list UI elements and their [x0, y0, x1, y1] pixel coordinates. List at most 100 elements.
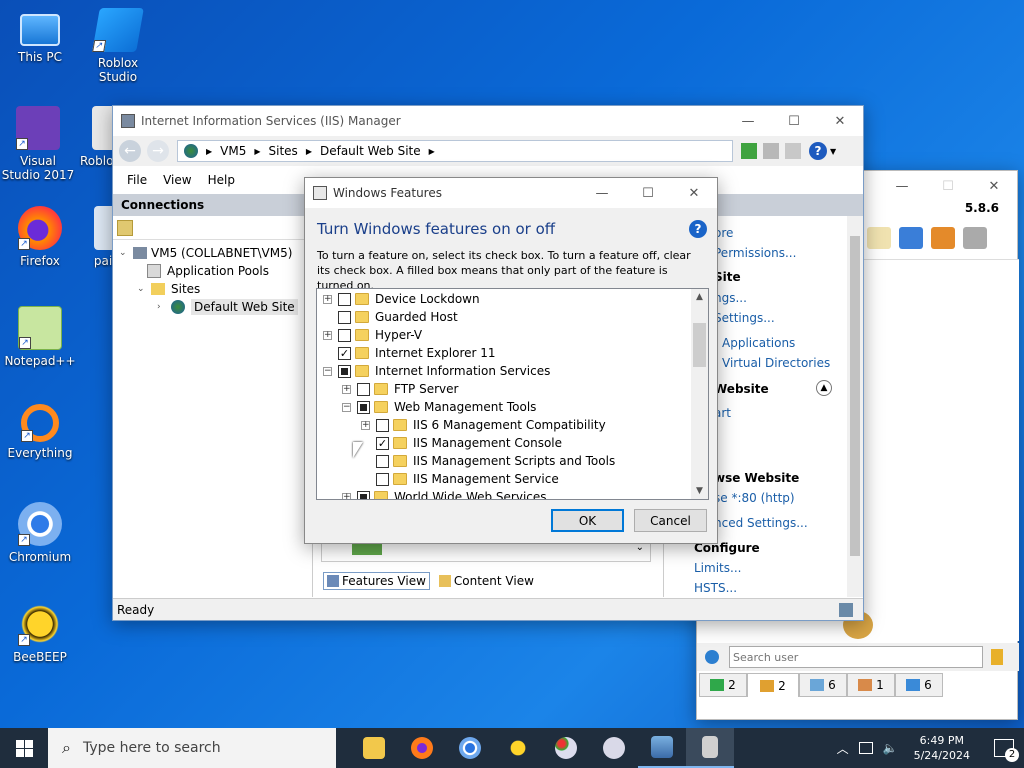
cancel-button[interactable]: Cancel [634, 509, 707, 532]
address-bar[interactable]: ▶ VM5 ▶ Sites ▶ Default Web Site ▶ [177, 140, 733, 162]
taskbar-windows-features[interactable] [686, 728, 734, 768]
tab-content-view[interactable]: Content View [436, 572, 537, 590]
link-browse-http[interactable]: se *:80 (http) [714, 491, 795, 505]
share-icon[interactable] [931, 227, 955, 249]
maximize-icon[interactable]: ☐ [625, 178, 671, 208]
network-icon[interactable] [705, 650, 719, 664]
checkbox[interactable] [376, 454, 389, 468]
checkbox[interactable] [338, 328, 351, 342]
breadcrumb-sites[interactable]: Sites [269, 144, 298, 158]
maximize-icon[interactable]: ☐ [771, 106, 817, 136]
checkbox-partial[interactable] [357, 400, 370, 414]
minimize-icon[interactable]: — [579, 178, 625, 208]
menu-file[interactable]: File [119, 173, 155, 187]
tree-sites[interactable]: ⌄ Sites [137, 280, 200, 298]
collapse-icon[interactable]: − [342, 402, 351, 412]
clear-brush-icon[interactable] [991, 649, 1003, 665]
expand-icon[interactable]: + [323, 330, 332, 340]
help-icon[interactable]: ? [689, 220, 707, 238]
feature-iis[interactable]: − Internet Information Services [323, 362, 550, 380]
expand-icon[interactable]: + [342, 492, 351, 499]
checkbox[interactable] [357, 382, 370, 396]
checkbox-partial[interactable] [338, 364, 351, 378]
taskbar-iis-manager[interactable] [638, 728, 686, 768]
home-icon[interactable] [785, 143, 801, 159]
feature-iis6-compat[interactable]: + IIS 6 Management Compatibility [361, 416, 606, 434]
scroll-up-icon[interactable]: ▲ [691, 289, 708, 305]
volume-muted-icon[interactable]: 🔈 [883, 741, 898, 755]
close-icon[interactable]: ✕ [971, 171, 1017, 201]
minimize-icon[interactable]: — [879, 171, 925, 201]
menu-help[interactable]: Help [200, 173, 243, 187]
expand-icon[interactable]: + [342, 384, 351, 394]
network-icon[interactable] [858, 742, 873, 754]
feature-iis-mgmt-service[interactable]: IIS Management Service [361, 470, 559, 488]
edit-icon[interactable] [867, 227, 891, 249]
taskbar-file-explorer[interactable] [350, 728, 398, 768]
ok-button[interactable]: OK [551, 509, 624, 532]
desktop-icon-firefox[interactable]: ↗ Firefox [2, 206, 78, 268]
breadcrumb-vm5[interactable]: VM5 [220, 144, 246, 158]
minimize-icon[interactable]: — [725, 106, 771, 136]
checkbox-partial[interactable] [357, 490, 370, 499]
chevron-right-icon[interactable]: › [157, 302, 167, 312]
feature-internet-explorer-11[interactable]: ✓ Internet Explorer 11 [323, 344, 496, 362]
link-permissions[interactable]: Permissions... [714, 246, 796, 260]
forward-icon[interactable]: → [147, 140, 169, 162]
tab-features-view[interactable]: Features View [323, 572, 430, 590]
chevron-up-icon[interactable]: ︿ [837, 740, 849, 757]
tree-default-web-site[interactable]: › Default Web Site [157, 298, 298, 316]
breadcrumb-default-web-site[interactable]: Default Web Site [320, 144, 421, 158]
notification-button[interactable]: 2 [994, 739, 1019, 762]
feature-device-lockdown[interactable]: + Device Lockdown [323, 290, 480, 308]
taskbar-beebeep[interactable] [494, 728, 542, 768]
desktop-icon-visual-studio[interactable]: ↗ Visual Studio 2017 [0, 106, 76, 182]
tab-files[interactable]: 6 [895, 673, 943, 697]
expand-icon[interactable]: + [361, 420, 370, 430]
expand-icon[interactable]: + [323, 294, 332, 304]
maximize-icon[interactable]: ☐ [925, 171, 971, 201]
link-settings[interactable]: Settings... [714, 311, 775, 325]
connect-icon[interactable] [117, 219, 133, 236]
search-user-input[interactable] [729, 646, 983, 668]
actions-scroll-thumb[interactable] [850, 236, 860, 556]
menu-view[interactable]: View [155, 173, 199, 187]
checkbox[interactable] [376, 418, 389, 432]
actions-scrollbar[interactable] [847, 216, 863, 597]
checkbox[interactable] [338, 292, 351, 306]
desktop-icon-everything[interactable]: ↗ Everything [2, 404, 78, 460]
feature-iis-mgmt-scripts[interactable]: IIS Management Scripts and Tools [361, 452, 615, 470]
refresh-icon[interactable] [741, 143, 757, 159]
feature-ftp-server[interactable]: + FTP Server [342, 380, 458, 398]
checkbox-checked[interactable]: ✓ [376, 436, 389, 450]
feature-hyper-v[interactable]: + Hyper-V [323, 326, 422, 344]
taskbar-search[interactable]: ⌕ Type here to search [48, 728, 336, 768]
close-icon[interactable]: ✕ [671, 178, 717, 208]
feature-iis-management-console[interactable]: ✓ IIS Management Console [361, 434, 562, 452]
feature-www-services[interactable]: + World Wide Web Services [342, 488, 547, 499]
chevron-down-icon[interactable]: ⌄ [119, 248, 129, 258]
desktop-icon-this-pc[interactable]: This PC [2, 8, 78, 64]
checkbox[interactable] [376, 472, 389, 486]
collapse-icon[interactable]: ▲ [816, 380, 832, 396]
desktop-icon-notepadpp[interactable]: ↗ Notepad++ [2, 306, 78, 368]
tab-groups[interactable]: 1 [847, 673, 895, 697]
taskbar-paint[interactable] [542, 728, 590, 768]
close-icon[interactable]: ✕ [817, 106, 863, 136]
scroll-down-icon[interactable]: ▼ [691, 483, 708, 499]
link-ngs[interactable]: ngs... [714, 291, 747, 305]
tab-chats[interactable]: 6 [799, 673, 847, 697]
feature-list-scrollbar[interactable]: ▲ ▼ [691, 289, 708, 499]
desktop-icon-paint[interactable]: pai [80, 206, 114, 268]
checkbox-checked[interactable]: ✓ [338, 346, 351, 360]
link-advanced-settings[interactable]: nced Settings... [714, 516, 808, 530]
link-hsts[interactable]: HSTS... [694, 581, 737, 595]
desktop-icon-roblox[interactable]: Roblo [66, 106, 112, 168]
back-icon[interactable]: ← [119, 140, 141, 162]
taskbar-firefox[interactable] [398, 728, 446, 768]
clock[interactable]: 6:49 PM 5/24/2024 [914, 733, 970, 763]
help-icon[interactable]: ? [809, 142, 827, 160]
dialog-titlebar[interactable]: Windows Features — ☐ ✕ [305, 178, 717, 208]
taskbar-chromium[interactable] [446, 728, 494, 768]
windows-features-dialog[interactable]: Windows Features — ☐ ✕ Turn Windows feat… [304, 177, 718, 544]
